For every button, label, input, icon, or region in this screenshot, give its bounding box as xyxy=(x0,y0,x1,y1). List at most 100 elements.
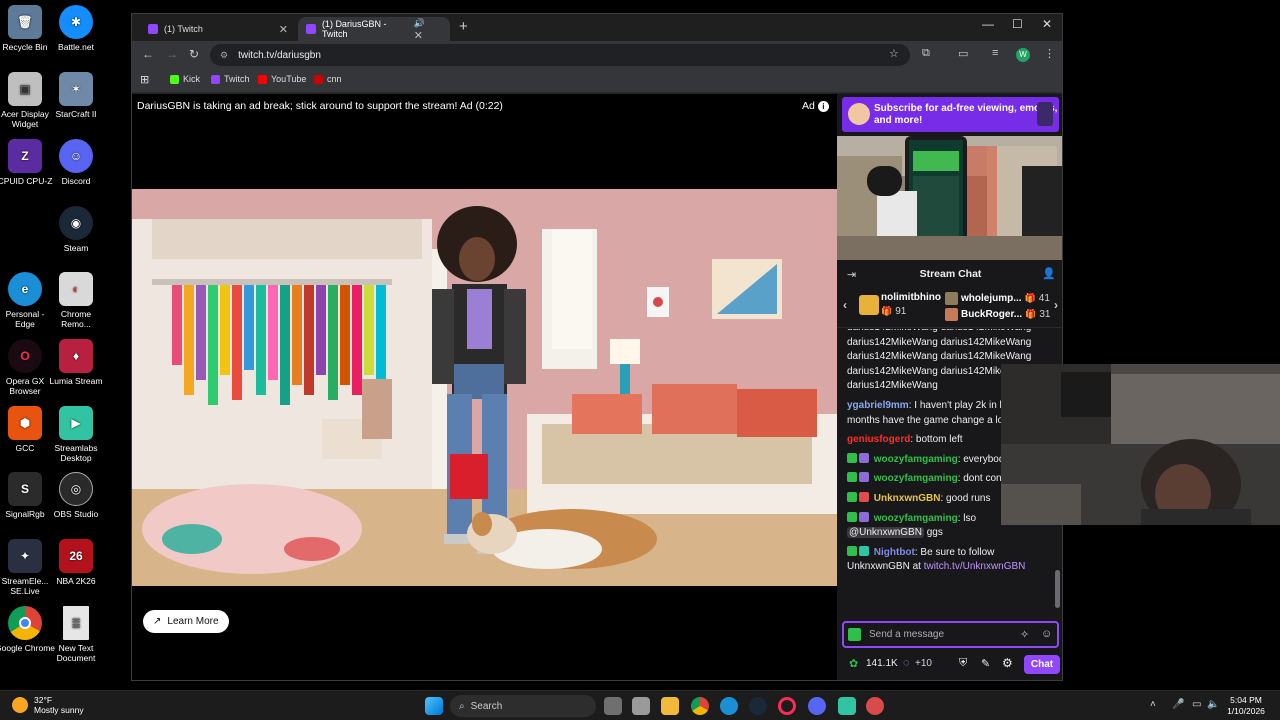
info-icon[interactable]: i xyxy=(817,101,829,112)
desktop-icon-lumia[interactable]: ♦ Lumia Stream xyxy=(46,339,106,386)
desktop-icon-obs[interactable]: ◎ OBS Studio xyxy=(46,472,106,519)
leaderboard-entry[interactable]: BuckRoger... 🎁 31 xyxy=(945,308,1050,321)
pen-icon[interactable]: ✎ xyxy=(981,657,990,670)
chat-username[interactable]: UnknxwnGBN xyxy=(874,493,941,504)
bookmark-kick[interactable]: Kick xyxy=(170,74,200,84)
avatar xyxy=(945,292,958,305)
site-info-icon[interactable]: ⚙ xyxy=(220,50,228,61)
badge-icon xyxy=(859,452,869,463)
chat-username[interactable]: geniusfogerd xyxy=(847,434,910,445)
chat-link[interactable]: twitch.tv/UnknxwnGBN xyxy=(924,561,1026,572)
edge-taskbar-icon[interactable] xyxy=(720,697,738,715)
chat-username[interactable]: woozyfamgaming xyxy=(874,454,958,465)
leaderboard-entry[interactable]: wholejump... 🎁 41 xyxy=(945,292,1050,305)
speaker-icon[interactable]: 🔈 xyxy=(1207,699,1219,710)
chevron-right-icon[interactable]: › xyxy=(1054,298,1058,312)
discord-taskbar-icon[interactable] xyxy=(808,697,826,715)
app-taskbar-icon[interactable] xyxy=(866,697,884,715)
leaderboard-count: 31 xyxy=(1039,309,1051,320)
chat-username[interactable]: woozyfamgaming xyxy=(874,473,958,484)
minimize-icon[interactable]: — xyxy=(982,17,994,31)
maximize-icon[interactable]: ☐ xyxy=(1012,17,1023,31)
menu-icon[interactable]: ⋮ xyxy=(1044,47,1055,60)
close-window-icon[interactable]: ✕ xyxy=(1042,17,1052,31)
extensions-icon[interactable]: ⧉ xyxy=(922,47,930,60)
chat-username[interactable]: woozyfamgaming xyxy=(874,513,958,524)
weather-widget[interactable]: 32°F Mostly sunny xyxy=(12,695,84,715)
desktop-icon-nba2k[interactable]: 26 NBA 2K26 xyxy=(46,539,106,586)
channel-points-balance[interactable]: 141.1K xyxy=(866,658,898,669)
desktop-icon-label: Personal - Edge xyxy=(5,309,45,329)
collapse-chat-icon[interactable]: ⇥ xyxy=(847,263,856,287)
emote-picker-icon[interactable]: ☺ xyxy=(1041,628,1052,640)
leaderboard-entry-count: 🎁 91 xyxy=(881,306,906,317)
desktop-icon-starcraft[interactable]: ✶ StarCraft II xyxy=(46,72,106,119)
desktop-icon-streamlabs[interactable]: ▶ Streamlabs Desktop xyxy=(46,406,106,463)
chat-username[interactable]: Nightbot xyxy=(874,547,915,558)
subscribe-promo-banner[interactable]: Subscribe for ad-free viewing, emotes, a… xyxy=(842,97,1059,132)
apps-icon[interactable]: ⊞ xyxy=(140,73,149,86)
settings-gear-icon[interactable]: ⚙ xyxy=(1002,656,1013,670)
ad-label[interactable]: Ad i xyxy=(802,100,829,112)
chat-mention[interactable]: @UnknxwnGBN xyxy=(847,527,924,539)
chat-scrollbar-thumb[interactable] xyxy=(1055,570,1060,608)
chat-input[interactable]: Send a message ✧ ☺ xyxy=(842,621,1059,648)
windows-start-icon[interactable] xyxy=(425,697,443,715)
desktop-icon-steam[interactable]: ◉ Steam xyxy=(46,206,106,253)
close-tab-icon[interactable]: 🔊✕ xyxy=(414,17,442,42)
chevron-left-icon[interactable]: ‹ xyxy=(843,298,847,312)
ad-video-frame[interactable] xyxy=(132,189,837,586)
chat-input-placeholder: Send a message xyxy=(869,629,945,640)
bonus-claim-text[interactable]: +10 xyxy=(915,658,932,669)
speaker-icon[interactable]: 🔊 xyxy=(414,18,425,28)
twitch-favicon-icon xyxy=(148,24,158,34)
streamlabs-icon: ▶ xyxy=(59,406,93,440)
microphone-icon[interactable]: 🎤 xyxy=(1172,699,1184,710)
video-player[interactable]: DariusGBN is taking an ad break; stick a… xyxy=(132,94,837,680)
address-bar[interactable]: ⚙ twitch.tv/dariusgbn xyxy=(210,44,910,66)
system-clock[interactable]: 5:04 PM 1/10/2026 xyxy=(1222,695,1270,717)
tab-twitch[interactable]: (1) Twitch ✕ xyxy=(140,17,296,41)
profile-avatar[interactable]: W xyxy=(1016,48,1030,62)
streamlabs-taskbar-icon[interactable] xyxy=(838,697,856,715)
streamelements-icon: ✦ xyxy=(8,539,42,573)
close-tab-icon[interactable]: ✕ xyxy=(279,23,288,36)
community-icon[interactable]: 👤 xyxy=(1042,262,1056,286)
desktop-icon-chrome-remote[interactable]: ◐ Chrome Remo... xyxy=(46,272,106,329)
shield-icon[interactable]: ⛨ xyxy=(959,657,967,670)
chat-send-button[interactable]: Chat xyxy=(1024,655,1060,674)
forward-icon[interactable]: → xyxy=(166,47,178,61)
chrome-taskbar-icon[interactable] xyxy=(691,697,709,715)
opera-gx-taskbar-icon[interactable] xyxy=(778,697,796,715)
learn-more-button[interactable]: ↗ Learn More xyxy=(143,610,229,633)
bookmark-star-icon[interactable]: ☆ xyxy=(889,47,899,60)
cast-icon[interactable]: ▭ xyxy=(958,47,968,60)
bookmark-youtube[interactable]: YouTube xyxy=(258,74,306,84)
leaderboard-entry[interactable]: nolimitbhino xyxy=(881,292,941,303)
back-icon[interactable]: ← xyxy=(142,47,154,61)
channel-points-icon[interactable]: ✿ xyxy=(849,657,858,670)
widgets-icon[interactable] xyxy=(632,697,650,715)
bookmark-twitch[interactable]: Twitch xyxy=(211,74,250,84)
tab-title: (1) DariusGBN - Twitch xyxy=(321,19,387,39)
chat-username[interactable]: ygabriel9mm xyxy=(847,400,909,411)
tab-search-icon[interactable]: ≡ xyxy=(992,47,998,59)
reload-icon[interactable]: ↻ xyxy=(189,47,199,61)
file-explorer-icon[interactable] xyxy=(661,697,679,715)
tab-dariusgbn[interactable]: (1) DariusGBN - Twitch 🔊✕ xyxy=(298,17,450,42)
chat-message: Nightbot: Be sure to follow UnknxwnGBN a… xyxy=(847,545,1052,575)
taskbar-search[interactable]: ⌕ Search xyxy=(450,695,596,717)
bits-icon[interactable]: ✧ xyxy=(1020,628,1029,641)
chevron-up-icon[interactable]: ˄ xyxy=(1150,699,1156,710)
task-view-icon[interactable] xyxy=(604,697,622,715)
steam-taskbar-icon[interactable] xyxy=(749,697,767,715)
desktop-icon-text-document[interactable]: ≣ New Text Document xyxy=(46,606,106,663)
desktop-icon-label: StreamEle... SE.Live xyxy=(1,576,49,596)
desktop-icon-battlenet[interactable]: ✱ Battle.net xyxy=(46,5,106,52)
bookmark-cnn[interactable]: cnn xyxy=(314,74,342,84)
desktop-icon-label: Chrome Remo... xyxy=(60,309,92,329)
new-tab-icon[interactable]: + xyxy=(459,18,468,35)
desktop-icon-discord[interactable]: ☺ Discord xyxy=(46,139,106,186)
display-icon[interactable]: ▭ xyxy=(1192,699,1201,710)
mini-player[interactable] xyxy=(837,136,1062,260)
